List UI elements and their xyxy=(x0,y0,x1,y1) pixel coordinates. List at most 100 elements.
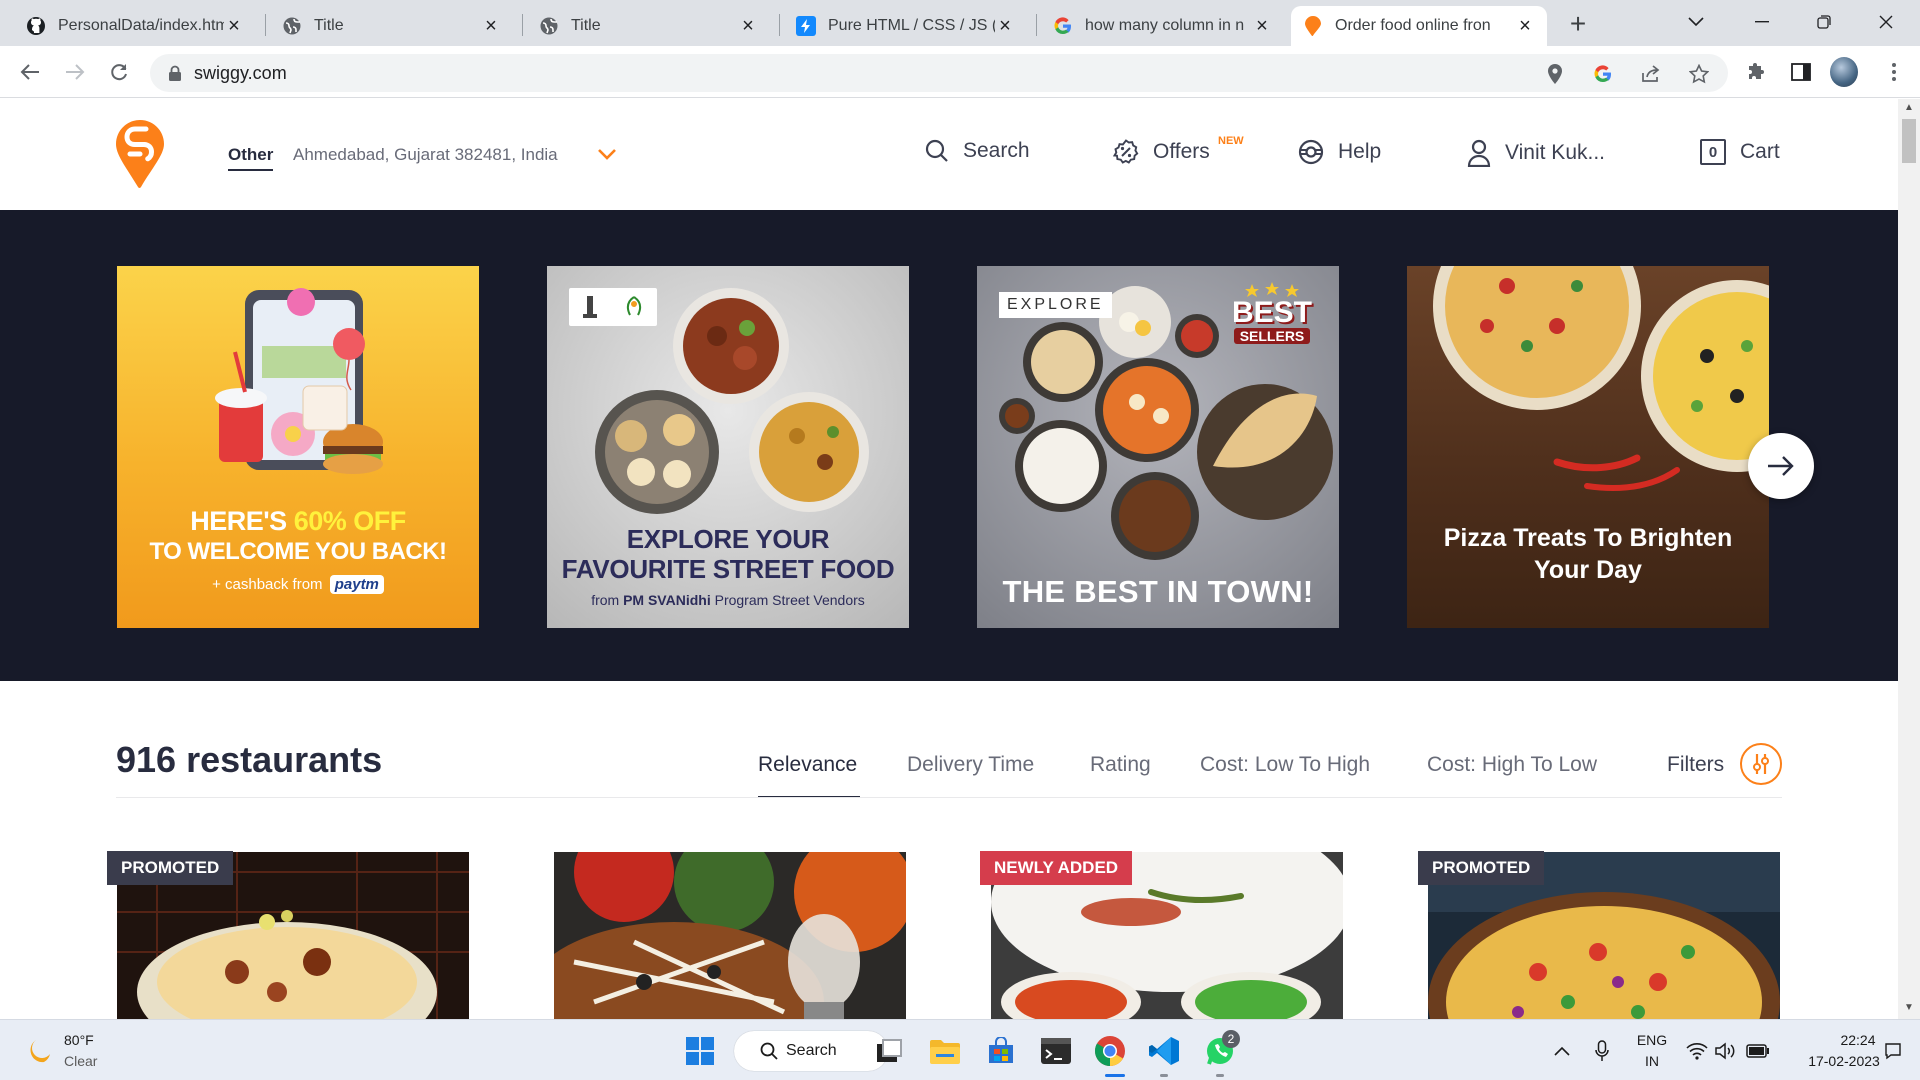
explore-tag: EXPLORE xyxy=(999,292,1112,318)
taskbar-search[interactable]: Search xyxy=(734,1031,888,1071)
best-sellers-badge: BEST SELLERS xyxy=(1225,282,1319,352)
tab-title: PersonalData/index.htm xyxy=(58,17,224,34)
language-indicator[interactable]: ENG xyxy=(1632,1032,1672,1048)
close-icon[interactable]: × xyxy=(1252,15,1272,37)
nav-cart-label: Cart xyxy=(1740,140,1780,163)
close-icon[interactable]: × xyxy=(481,15,501,37)
google-icon xyxy=(1053,16,1073,36)
chrome-active-indicator xyxy=(1105,1074,1125,1077)
browser-toolbar: swiggy.com xyxy=(0,46,1920,98)
browser-tab-github[interactable]: PersonalData/index.htm × xyxy=(14,6,256,46)
divider xyxy=(116,797,1782,798)
region-indicator[interactable]: IN xyxy=(1632,1053,1672,1069)
page-viewport: Other Ahmedabad, Gujarat 382481, India S… xyxy=(0,99,1898,1019)
scroll-down-arrow-icon[interactable]: ▼ xyxy=(1902,1002,1916,1016)
extensions-icon[interactable] xyxy=(1743,58,1771,86)
chevron-down-icon[interactable] xyxy=(596,143,618,165)
sort-cost-low-high[interactable]: Cost: Low To High xyxy=(1200,753,1370,777)
tab-search-chevron-icon[interactable] xyxy=(1676,8,1716,36)
battery-icon[interactable] xyxy=(1745,1034,1771,1068)
close-icon[interactable]: × xyxy=(1515,15,1535,37)
google-translate-icon[interactable] xyxy=(1592,63,1614,85)
avatar xyxy=(1830,57,1858,87)
banner-best-sellers[interactable]: EXPLORE BEST SELLERS THE BEST IN TOWN! xyxy=(977,266,1339,628)
nav-offers[interactable]: Offers xyxy=(1113,139,1210,165)
banner-2-subline: FAVOURITE STREET FOOD xyxy=(561,554,895,584)
browser-tab-title-2[interactable]: Title × xyxy=(527,6,770,46)
browser-tab-swiggy[interactable]: Order food online fron × xyxy=(1291,6,1547,46)
wifi-icon[interactable] xyxy=(1684,1034,1710,1068)
microphone-icon[interactable] xyxy=(1590,1034,1614,1068)
back-button[interactable] xyxy=(16,58,44,86)
tab-title: how many column in n xyxy=(1085,17,1245,34)
filter-sliders-icon[interactable] xyxy=(1740,743,1782,785)
close-icon[interactable]: × xyxy=(995,15,1015,37)
globe-icon xyxy=(282,16,302,36)
reload-button[interactable] xyxy=(105,58,133,86)
help-lifebuoy-icon xyxy=(1298,139,1324,165)
bookmark-star-icon[interactable] xyxy=(1688,63,1710,85)
nav-search[interactable]: Search xyxy=(925,139,1030,163)
close-window-button[interactable] xyxy=(1866,8,1906,36)
weather-condition[interactable]: Clear xyxy=(64,1053,97,1069)
windows-start-icon[interactable] xyxy=(683,1034,717,1068)
page-scrollbar[interactable]: ▲ ▼ xyxy=(1898,99,1920,1019)
side-panel-icon[interactable] xyxy=(1787,58,1815,86)
chrome-icon[interactable] xyxy=(1093,1034,1127,1068)
restaurant-card-image[interactable] xyxy=(554,852,906,1019)
scrollbar-thumb[interactable] xyxy=(1902,119,1916,163)
weather-moon-icon[interactable] xyxy=(24,1036,54,1066)
scroll-up-arrow-icon[interactable]: ▲ xyxy=(1902,102,1916,116)
forward-button[interactable] xyxy=(61,58,89,86)
whatsapp-running-indicator xyxy=(1216,1074,1224,1077)
taskbar-search-label: Search xyxy=(786,1042,837,1059)
browser-tab-google[interactable]: how many column in n × xyxy=(1041,6,1284,46)
sort-delivery-time[interactable]: Delivery Time xyxy=(907,753,1034,777)
nav-user[interactable]: Vinit Kuk... xyxy=(1467,139,1605,167)
profile-avatar[interactable] xyxy=(1830,57,1858,87)
task-view-icon[interactable] xyxy=(872,1034,906,1068)
minimize-button[interactable] xyxy=(1742,8,1782,36)
weather-temperature[interactable]: 80°F xyxy=(64,1032,94,1048)
location-address[interactable]: Ahmedabad, Gujarat 382481, India xyxy=(293,145,558,165)
carousel-next-button[interactable] xyxy=(1748,433,1814,499)
banner-1-subline: TO WELCOME YOU BACK! xyxy=(149,538,447,565)
address-bar[interactable]: swiggy.com xyxy=(150,54,1728,92)
file-explorer-icon[interactable] xyxy=(928,1034,962,1068)
whatsapp-notification-badge: 2 xyxy=(1222,1030,1240,1048)
restaurant-count: 916 restaurants xyxy=(116,739,383,780)
swiggy-logo-icon[interactable] xyxy=(116,120,164,188)
sort-relevance[interactable]: Relevance xyxy=(758,753,857,777)
browser-tab-stackblitz[interactable]: Pure HTML / CSS / JS ( × xyxy=(784,6,1027,46)
offers-carousel: HERE'S 60% OFF TO WELCOME YOU BACK! + ca… xyxy=(0,210,1898,681)
newly-added-ribbon: NEWLY ADDED xyxy=(980,851,1133,885)
banner-2-headline: EXPLORE YOUR xyxy=(626,524,830,554)
notification-icon[interactable] xyxy=(1880,1034,1906,1068)
terminal-icon[interactable] xyxy=(1039,1034,1073,1068)
close-icon[interactable]: × xyxy=(738,15,758,37)
restore-button[interactable] xyxy=(1804,8,1844,36)
show-hidden-icons-chevron-icon[interactable] xyxy=(1550,1034,1574,1068)
volume-icon[interactable] xyxy=(1713,1034,1739,1068)
banner-pizza-treats[interactable]: Pizza Treats To Brighten Your Day xyxy=(1407,266,1769,628)
banner-welcome-offer[interactable]: HERE'S 60% OFF TO WELCOME YOU BACK! + ca… xyxy=(117,266,479,628)
location-pin-icon[interactable] xyxy=(1544,63,1566,85)
new-tab-button[interactable]: + xyxy=(1564,8,1592,39)
more-menu-icon[interactable] xyxy=(1880,58,1908,86)
street-food-plates-illustration xyxy=(595,288,869,514)
github-icon xyxy=(26,16,46,36)
tab-title: Title xyxy=(571,17,601,34)
microsoft-store-icon[interactable] xyxy=(984,1034,1018,1068)
url-text: swiggy.com xyxy=(194,62,287,83)
location-label[interactable]: Other xyxy=(228,145,274,171)
share-icon[interactable] xyxy=(1640,63,1662,85)
sort-rating[interactable]: Rating xyxy=(1090,753,1151,777)
filters-button[interactable]: Filters xyxy=(1667,753,1724,777)
nav-help[interactable]: Help xyxy=(1298,139,1381,165)
banner-street-food[interactable]: EXPLORE YOUR FAVOURITE STREET FOOD from … xyxy=(547,266,909,628)
vscode-icon[interactable] xyxy=(1147,1034,1181,1068)
sort-cost-high-low[interactable]: Cost: High To Low xyxy=(1427,753,1597,777)
nav-cart[interactable]: 0 Cart xyxy=(1700,139,1780,165)
browser-tab-title-1[interactable]: Title × xyxy=(270,6,513,46)
close-icon[interactable]: × xyxy=(224,15,244,37)
